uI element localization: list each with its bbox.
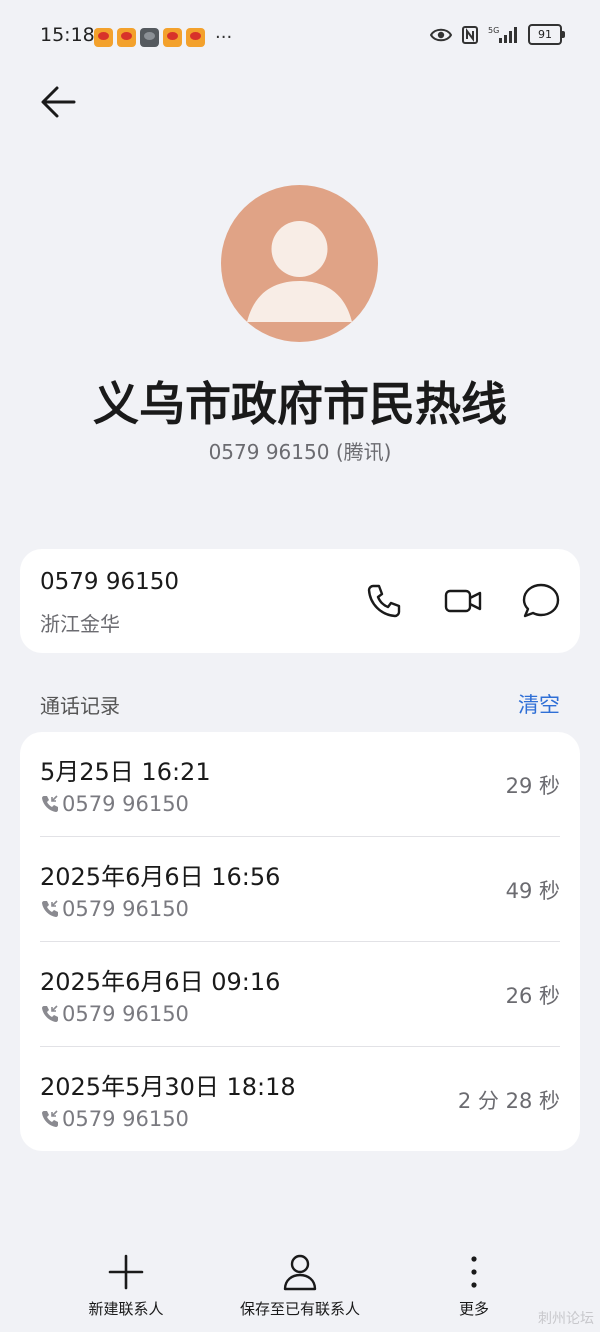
call-log-row[interactable]: 2025年6月6日 16:56 0579 96150 49 秒 bbox=[20, 837, 580, 942]
save-to-existing-contact-button[interactable]: 保存至已有联系人 bbox=[220, 1252, 380, 1322]
call-number-line: 0579 96150 bbox=[40, 1002, 189, 1026]
call-number-line: 0579 96150 bbox=[40, 1107, 189, 1131]
call-number: 0579 96150 bbox=[62, 792, 189, 816]
phone-number[interactable]: 0579 96150 bbox=[40, 569, 179, 595]
call-log-row[interactable]: 5月25日 16:21 0579 96150 29 秒 bbox=[20, 732, 580, 837]
call-number: 0579 96150 bbox=[62, 897, 189, 921]
back-arrow-icon bbox=[41, 86, 76, 118]
call-number: 0579 96150 bbox=[62, 1002, 189, 1026]
weibo-notification-icon bbox=[94, 28, 113, 47]
app-notification-icon bbox=[140, 28, 159, 47]
weibo-notification-icon bbox=[117, 28, 136, 47]
battery-indicator: 91 bbox=[528, 24, 565, 45]
weibo-notification-icon bbox=[163, 28, 182, 47]
save-to-existing-contact-label: 保存至已有联系人 bbox=[239, 1300, 360, 1318]
person-outline-icon bbox=[283, 1254, 317, 1291]
more-label: 更多 bbox=[458, 1300, 489, 1318]
call-date: 2025年5月30日 18:18 bbox=[40, 1073, 296, 1101]
new-contact-label: 新建联系人 bbox=[88, 1300, 164, 1318]
call-date: 2025年6月6日 09:16 bbox=[40, 968, 281, 996]
new-contact-button[interactable]: 新建联系人 bbox=[66, 1252, 186, 1322]
more-notifications-indicator: ··· bbox=[215, 27, 233, 48]
status-time: 15:18 bbox=[40, 24, 95, 46]
call-log-list: 5月25日 16:21 0579 96150 29 秒 2025年6月6日 16… bbox=[20, 732, 580, 1151]
status-indicators: 5G 91 bbox=[430, 24, 565, 45]
plus-icon bbox=[108, 1254, 144, 1290]
call-log-row[interactable]: 2025年6月6日 09:16 0579 96150 26 秒 bbox=[20, 942, 580, 1047]
call-duration: 2 分 28 秒 bbox=[457, 1089, 560, 1113]
svg-text:5G: 5G bbox=[488, 26, 499, 35]
notification-icons: ··· bbox=[94, 28, 232, 47]
incoming-call-icon bbox=[42, 795, 58, 812]
signal-icon: 5G bbox=[488, 26, 517, 43]
incoming-call-icon bbox=[42, 900, 58, 917]
call-number: 0579 96150 bbox=[62, 1107, 189, 1131]
message-icon[interactable] bbox=[521, 581, 561, 621]
person-icon bbox=[247, 221, 352, 322]
call-date: 2025年6月6日 16:56 bbox=[40, 863, 281, 891]
call-number-line: 0579 96150 bbox=[40, 792, 189, 816]
more-vertical-icon bbox=[471, 1256, 477, 1288]
back-button[interactable] bbox=[38, 80, 82, 124]
call-duration: 29 秒 bbox=[505, 774, 560, 798]
eye-icon bbox=[430, 28, 452, 41]
call-number-line: 0579 96150 bbox=[40, 897, 189, 921]
call-date: 5月25日 16:21 bbox=[40, 758, 211, 786]
incoming-call-icon bbox=[42, 1110, 58, 1127]
weibo-notification-icon bbox=[186, 28, 205, 47]
contact-subtitle: 0579 96150 (腾讯) bbox=[208, 440, 392, 464]
avatar bbox=[221, 185, 378, 342]
number-location: 浙江金华 bbox=[40, 612, 120, 636]
phone-call-icon[interactable] bbox=[364, 581, 404, 621]
call-log-title: 通话记录 bbox=[40, 694, 120, 718]
contact-name: 义乌市政府市民热线 bbox=[93, 377, 507, 431]
call-log-row[interactable]: 2025年5月30日 18:18 0579 96150 2 分 28 秒 bbox=[20, 1047, 580, 1152]
call-duration: 26 秒 bbox=[505, 984, 560, 1008]
clear-log-button[interactable]: 清空 bbox=[518, 689, 560, 719]
video-call-icon[interactable] bbox=[443, 581, 483, 621]
nfc-icon bbox=[462, 25, 478, 44]
watermark: 刺州论坛 bbox=[538, 1311, 594, 1327]
call-duration: 49 秒 bbox=[505, 879, 560, 903]
status-bar: 15:18 ··· 5G 91 bbox=[0, 0, 600, 72]
more-button[interactable]: 更多 bbox=[434, 1252, 514, 1322]
number-card: 0579 96150 浙江金华 bbox=[20, 549, 580, 653]
incoming-call-icon bbox=[42, 1005, 58, 1022]
